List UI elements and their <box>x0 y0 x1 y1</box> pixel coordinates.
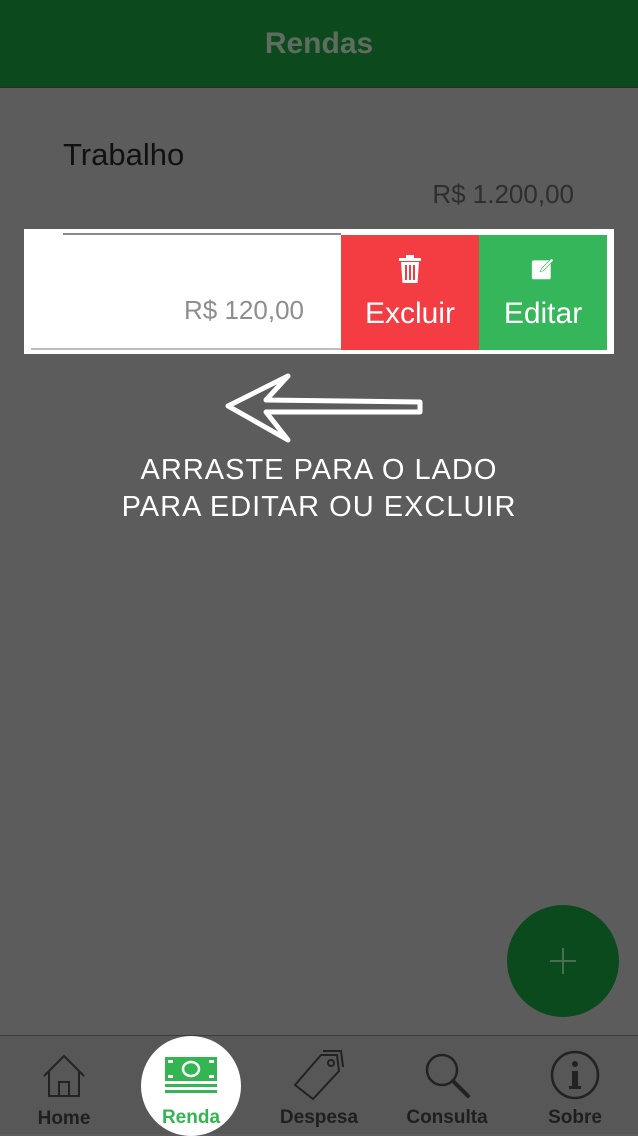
nav-despesa[interactable]: Despesa <box>255 1035 383 1133</box>
edit-label: Editar <box>503 296 583 330</box>
nav-label: Sobre <box>548 1107 602 1128</box>
money-icon <box>165 1057 217 1093</box>
trash-icon <box>399 254 421 283</box>
nav-label: Renda <box>161 1107 221 1128</box>
app-header: Rendas <box>0 0 638 88</box>
nav-label: Home <box>37 1108 91 1129</box>
delete-label: Excluir <box>364 296 455 330</box>
delete-button[interactable]: Excluir <box>341 235 479 350</box>
list-item-amount: R$ 120,00 <box>184 295 304 325</box>
edit-button[interactable]: Editar <box>479 235 607 350</box>
info-icon <box>550 1050 600 1100</box>
nav-home[interactable]: Home <box>0 1036 128 1134</box>
arrow-left-icon <box>225 373 423 443</box>
nav-label: Consulta <box>406 1107 488 1128</box>
plus-icon <box>550 948 576 974</box>
list-item-name[interactable]: Trabalho <box>63 137 184 173</box>
nav-renda[interactable]: Renda <box>127 1035 255 1133</box>
hint-line-1: ARRASTE PARA O LADO <box>140 454 498 486</box>
page-title: Rendas <box>264 26 374 60</box>
divider <box>31 348 341 350</box>
nav-label: Despesa <box>279 1107 359 1128</box>
tag-icon <box>293 1050 344 1101</box>
list-item-amount[interactable]: R$ 1.200,00 <box>432 179 574 210</box>
divider <box>63 233 341 235</box>
nav-consulta[interactable]: Consulta <box>383 1035 511 1133</box>
swiped-list-item[interactable]: R$ 120,00 Excluir Editar <box>24 229 614 354</box>
edit-icon <box>531 257 555 279</box>
add-button[interactable] <box>507 905 619 1017</box>
home-icon <box>43 1054 85 1097</box>
nav-sobre[interactable]: Sobre <box>511 1035 638 1133</box>
hint-line-2: PARA EDITAR OU EXCLUIR <box>121 491 517 523</box>
swipe-hint: ARRASTE PARA O LADO PARA EDITAR OU EXCLU… <box>0 452 638 526</box>
search-icon <box>425 1053 470 1098</box>
